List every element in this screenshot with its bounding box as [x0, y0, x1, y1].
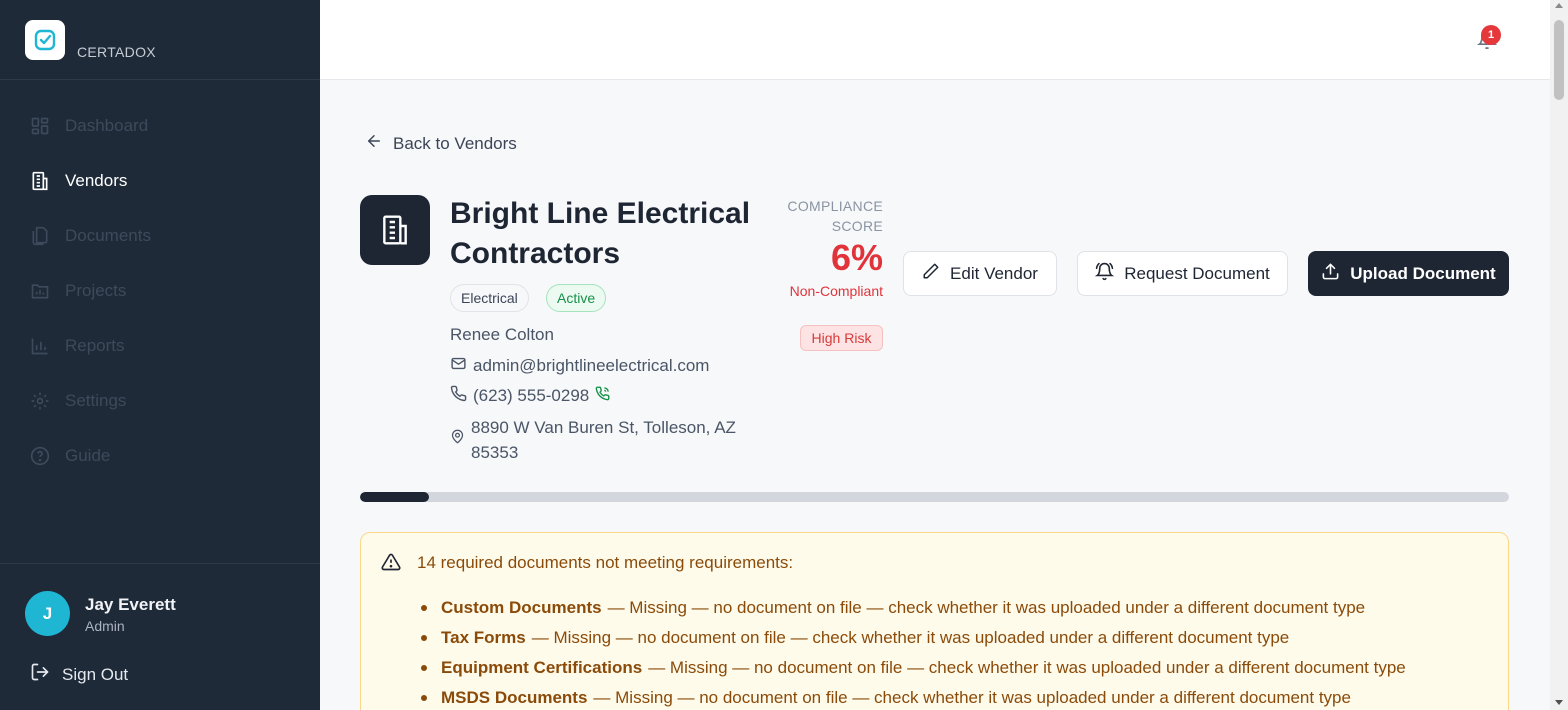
building-icon [30, 171, 50, 191]
contact-name: Renee Colton [450, 325, 554, 344]
sidebar-item-settings[interactable]: Settings [0, 373, 320, 428]
phone-text: (623) 555-0298 [473, 386, 590, 405]
sidebar-item-projects[interactable]: Projects [0, 263, 320, 318]
back-to-vendors-link[interactable]: Back to Vendors [365, 132, 517, 155]
edit-vendor-button[interactable]: Edit Vendor [903, 251, 1057, 296]
mail-icon [450, 355, 467, 377]
arrow-left-icon [365, 132, 383, 155]
document-type: MSDS Documents [441, 688, 588, 707]
scroll-thumb[interactable] [1554, 20, 1564, 100]
scrollbar[interactable] [1550, 0, 1568, 710]
sign-out-icon [30, 662, 50, 687]
alert-list: Custom Documents — Missing — no document… [417, 593, 1406, 710]
list-item: Custom Documents — Missing — no document… [417, 593, 1406, 623]
user-name: Jay Everett [85, 595, 176, 614]
documents-icon [30, 226, 50, 246]
map-pin-icon [450, 415, 465, 465]
folder-chart-icon [30, 281, 50, 301]
call-icon[interactable] [595, 386, 610, 406]
brand-name: CERTADOX [77, 44, 156, 60]
vendor-building-icon [360, 195, 430, 265]
sidebar-item-label: Settings [65, 390, 127, 410]
sign-out-label: Sign Out [62, 664, 129, 684]
gear-icon [30, 391, 50, 411]
warning-icon [381, 552, 401, 577]
phone-icon [450, 385, 467, 407]
alert-title: 14 required documents not meeting requir… [417, 553, 794, 572]
sidebar-item-documents[interactable]: Documents [0, 208, 320, 263]
bullet [421, 605, 427, 611]
upload-document-label: Upload Document [1350, 263, 1496, 283]
sidebar-nav: Dashboard Vendors Documents Projects Rep… [0, 98, 320, 483]
list-item: Equipment Certifications — Missing — no … [417, 653, 1406, 683]
topbar: 1 [320, 0, 1550, 80]
upload-document-button[interactable]: Upload Document [1308, 251, 1509, 296]
list-item: Tax Forms — Missing — no document on fil… [417, 623, 1406, 653]
bullet [421, 695, 427, 701]
list-item: MSDS Documents — Missing — no document o… [417, 683, 1406, 710]
bullet [421, 665, 427, 671]
sidebar-item-label: Dashboard [65, 115, 149, 135]
sidebar-item-reports[interactable]: Reports [0, 318, 320, 373]
compliance-status: Non-Compliant [789, 283, 883, 299]
document-detail: — Missing — no document on file — check … [607, 598, 1366, 617]
email-text: admin@brightlineelectrical.com [473, 356, 710, 375]
contact-address: 8890 W Van Buren St, Tolleson, AZ 85353 [450, 415, 750, 465]
notification-badge: 1 [1481, 25, 1501, 45]
sidebar-item-label: Reports [65, 335, 125, 355]
dashboard-icon [30, 116, 50, 136]
scroll-up-arrow-icon[interactable] [1555, 3, 1563, 8]
document-type: Equipment Certifications [441, 658, 643, 677]
logo-icon[interactable] [25, 20, 65, 60]
document-type: Custom Documents [441, 598, 602, 617]
contact-phone[interactable]: (623) 555-0298 [450, 385, 610, 407]
edit-vendor-label: Edit Vendor [950, 263, 1038, 283]
contact-email[interactable]: admin@brightlineelectrical.com [450, 355, 709, 377]
sidebar-item-label: Guide [65, 445, 111, 465]
compliance-score-value: 6% [830, 237, 883, 278]
compliance-progress-bar [360, 492, 1509, 502]
category-badge: Electrical [450, 284, 529, 312]
requirements-alert: 14 required documents not meeting requir… [360, 532, 1509, 710]
bullet [421, 635, 427, 641]
status-badge: Active [546, 284, 607, 312]
bell-ring-icon [1094, 262, 1115, 286]
address-text: 8890 W Van Buren St, Tolleson, AZ 85353 [471, 418, 736, 462]
compliance-score-label: COMPLIANCE SCORE [787, 198, 883, 234]
sidebar-item-label: Vendors [65, 170, 128, 190]
sidebar-item-label: Projects [65, 280, 127, 300]
scroll-down-arrow-icon[interactable] [1555, 700, 1563, 705]
sign-out-button[interactable]: Sign Out [30, 662, 128, 687]
user-role: Admin [85, 618, 125, 634]
request-document-button[interactable]: Request Document [1077, 251, 1288, 296]
document-detail: — Missing — no document on file — check … [593, 688, 1351, 707]
avatar[interactable]: J [25, 591, 70, 636]
sidebar-item-dashboard[interactable]: Dashboard [0, 98, 320, 153]
document-detail: — Missing — no document on file — check … [648, 658, 1406, 677]
sidebar-item-guide[interactable]: Guide [0, 428, 320, 483]
upload-icon [1321, 262, 1340, 286]
brand: CERTADOX [0, 0, 320, 80]
back-link-label: Back to Vendors [393, 133, 517, 153]
vendor-name: Bright Line Electrical Contractors [450, 197, 751, 270]
sidebar: CERTADOX Dashboard Vendors Documents Pro… [0, 0, 320, 710]
compliance-progress-fill [360, 492, 429, 502]
pencil-icon [922, 262, 940, 285]
request-document-label: Request Document [1124, 263, 1270, 283]
risk-badge: High Risk [800, 325, 883, 351]
user-panel: J Jay Everett Admin Sign Out [0, 563, 320, 710]
sidebar-item-vendors[interactable]: Vendors [0, 153, 320, 208]
sidebar-item-label: Documents [65, 225, 151, 245]
help-circle-icon [30, 446, 50, 466]
bar-chart-icon [30, 336, 50, 356]
document-detail: — Missing — no document on file — check … [531, 628, 1290, 647]
document-type: Tax Forms [441, 628, 526, 647]
